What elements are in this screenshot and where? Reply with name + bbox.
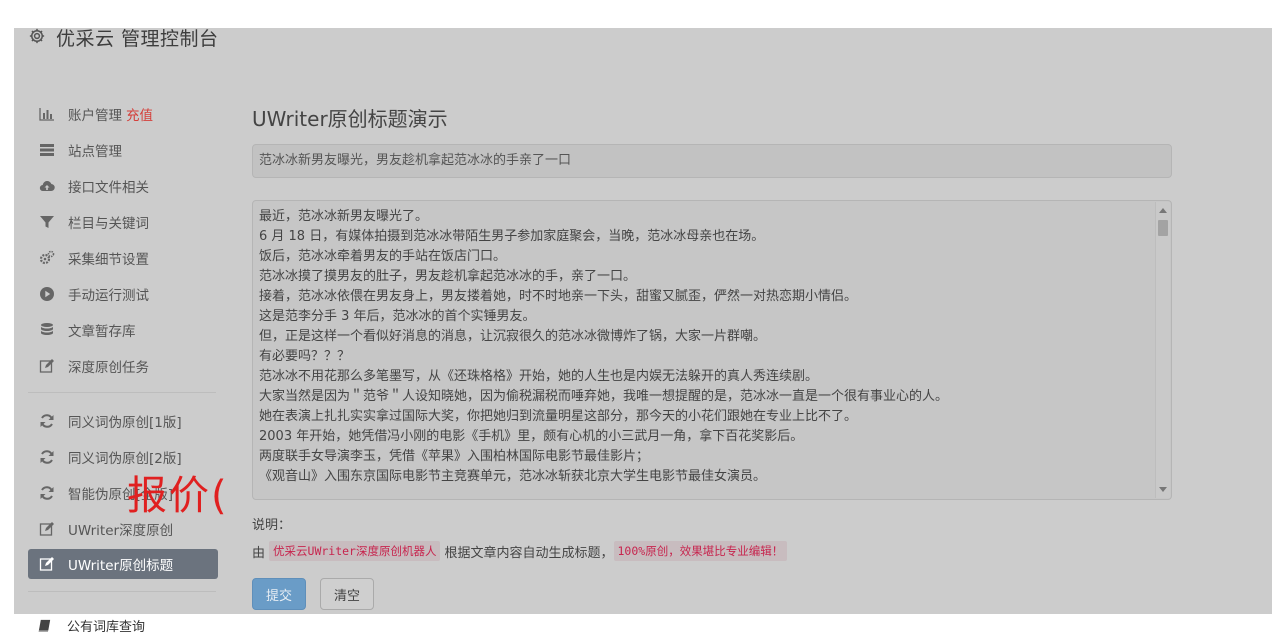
main-content: UWriter原创标题演示 范冰冰新男友曝光，男友趁机拿起范冰冰的手亲了一口 最… (252, 100, 1172, 610)
article-line: 两度联手女导演李玉，凭借《苹果》入围柏林国际电影节最佳影片； (259, 449, 650, 464)
sidebar: 账户管理 充值 站点管理 接口文件相关 栏目与关键词 采集细节设置 手动运行测试 (28, 96, 218, 602)
article-textarea[interactable]: 最近，范冰冰新男友曝光了。 6 月 18 日，有媒体拍摄到范冰冰带陌生男子参加家庭… (252, 200, 1172, 500)
article-line: 饭后，范冰冰牵着男友的手站在饭店门口。 (259, 249, 507, 264)
refresh-icon (38, 484, 56, 502)
book-icon (38, 619, 51, 632)
sidebar-item-label: 账户管理 (68, 108, 122, 124)
sidebar-item-account[interactable]: 账户管理 充值 (28, 96, 218, 132)
notes-line: 由 优采云UWriter深度原创机器人 根据文章内容自动生成标题， 100%原创… (252, 541, 788, 561)
article-line: 6 月 18 日，有媒体拍摄到范冰冰带陌生男子参加家庭聚会，当晚，范冰冰母亲也在… (259, 229, 765, 244)
scroll-up-arrow-icon[interactable] (1159, 208, 1167, 213)
scroll-down-arrow-icon[interactable] (1159, 487, 1167, 492)
database-icon (38, 321, 56, 339)
sidebar-item-uwriter-title[interactable]: UWriter原创标题 (28, 549, 218, 579)
sidebar-item-label: 采集细节设置 (68, 252, 149, 268)
article-line: 这是范李分手 3 年后，范冰冰的首个实锤男友。 (259, 309, 536, 324)
app-header: 优采云 管理控制台 (14, 6, 1272, 76)
sidebar-item-interface-files[interactable]: 接口文件相关 (28, 168, 218, 204)
edit-icon (38, 555, 56, 573)
gear-icon (29, 28, 45, 44)
edit-icon (38, 357, 56, 375)
bar-chart-icon (38, 105, 56, 123)
article-content: 最近，范冰冰新男友曝光了。 6 月 18 日，有媒体拍摄到范冰冰带陌生男子参加家庭… (259, 207, 1147, 487)
scrollbar[interactable] (1155, 202, 1170, 498)
promo-text: 报价( (127, 473, 229, 519)
sidebar-item-label: 文章暂存库 (68, 324, 136, 340)
notes-middle: 根据文章内容自动生成标题， (444, 545, 614, 561)
edit-icon (38, 520, 56, 538)
article-line: 最近，范冰冰新男友曝光了。 (259, 209, 429, 224)
sidebar-item-columns-keywords[interactable]: 栏目与关键词 (28, 204, 218, 240)
refresh-icon (38, 448, 56, 466)
action-buttons: 提交 清空 (252, 578, 374, 610)
sidebar-item-label: 同义词伪原创[1版] (68, 415, 182, 431)
article-line: 范冰冰摸了摸男友的肚子，男友趁机拿起范冰冰的手，亲了一口。 (259, 269, 637, 284)
sidebar-item-label: 深度原创任务 (68, 360, 149, 376)
notes-section: 说明： 由 优采云UWriter深度原创机器人 根据文章内容自动生成标题， 10… (252, 514, 788, 561)
sidebar-item-article-storage[interactable]: 文章暂存库 (28, 312, 218, 348)
list-icon (38, 141, 56, 159)
sidebar-item-deep-original-task[interactable]: 深度原创任务 (28, 348, 218, 384)
sidebar-item-label: 站点管理 (68, 144, 122, 160)
sidebar-item-label: 手动运行测试 (68, 288, 149, 304)
notes-label: 说明： (252, 518, 292, 533)
sidebar-item-public-lexicon[interactable]: 公有词库查询 (38, 614, 145, 636)
submit-button[interactable]: 提交 (252, 578, 306, 610)
sidebar-item-label: UWriter原创标题 (68, 558, 174, 574)
article-line: 范冰冰不用花那么多笔墨写，从《还珠格格》开始，她的人生也是内娱无法躲开的真人秀连… (259, 369, 819, 384)
sidebar-item-label: UWriter深度原创 (68, 523, 174, 539)
notes-code-original: 100%原创，效果堪比专业编辑！ (613, 541, 788, 561)
notes-prefix: 由 (252, 545, 266, 561)
sidebar-item-synonym-v1[interactable]: 同义词伪原创[1版] (28, 403, 218, 439)
title-input[interactable]: 范冰冰新男友曝光，男友趁机拿起范冰冰的手亲了一口 (252, 144, 1172, 178)
recharge-link[interactable]: 充值 (126, 104, 153, 124)
article-line: 有必要吗？？？ (259, 349, 351, 364)
cloud-upload-icon (38, 177, 56, 195)
page-title: 优采云 管理控制台 (56, 28, 219, 50)
sidebar-item-manual-run[interactable]: 手动运行测试 (28, 276, 218, 312)
article-line: 但，正是这样一个看似好消息的消息，让沉寂很久的范冰冰微博炸了锅，大家一片群嘲。 (259, 329, 767, 344)
sidebar-item-label: 接口文件相关 (68, 180, 149, 196)
sidebar-item-collect-settings[interactable]: 采集细节设置 (28, 240, 218, 276)
clear-button[interactable]: 清空 (320, 578, 374, 610)
article-line: 她在表演上扎扎实实拿过国际大奖，你把她归到流量明星这部分，那今天的小花们跟她在专… (259, 409, 858, 424)
play-icon (38, 285, 56, 303)
sidebar-item-label: 公有词库查询 (67, 619, 146, 635)
notes-code-robot: 优采云UWriter深度原创机器人 (269, 541, 441, 561)
scroll-thumb[interactable] (1158, 220, 1168, 236)
filter-icon (38, 213, 56, 231)
sidebar-divider (28, 392, 216, 393)
article-line: 大家当然是因为＂范爷＂人设知晓她，因为偷税漏税而唾弃她，我唯一想提醒的是，范冰冰… (259, 389, 949, 404)
gears-icon (38, 249, 56, 267)
refresh-icon (38, 412, 56, 430)
article-line: 2003 年开始，她凭借冯小刚的电影《手机》里，颇有心机的小三武月一角，拿下百花… (259, 429, 804, 444)
article-line: 《观音山》入围东京国际电影节主竞赛单元，范冰冰斩获北京大学生电影节最佳女演员。 (259, 469, 767, 484)
article-line: 接着，范冰冰依偎在男友身上，男友搂着她，时不时地亲一下头，甜蜜又腻歪，俨然一对热… (259, 289, 858, 304)
sidebar-item-label: 栏目与关键词 (68, 216, 149, 232)
section-heading: UWriter原创标题演示 (252, 107, 448, 131)
sidebar-item-sites[interactable]: 站点管理 (28, 132, 218, 168)
sidebar-divider (28, 591, 216, 592)
